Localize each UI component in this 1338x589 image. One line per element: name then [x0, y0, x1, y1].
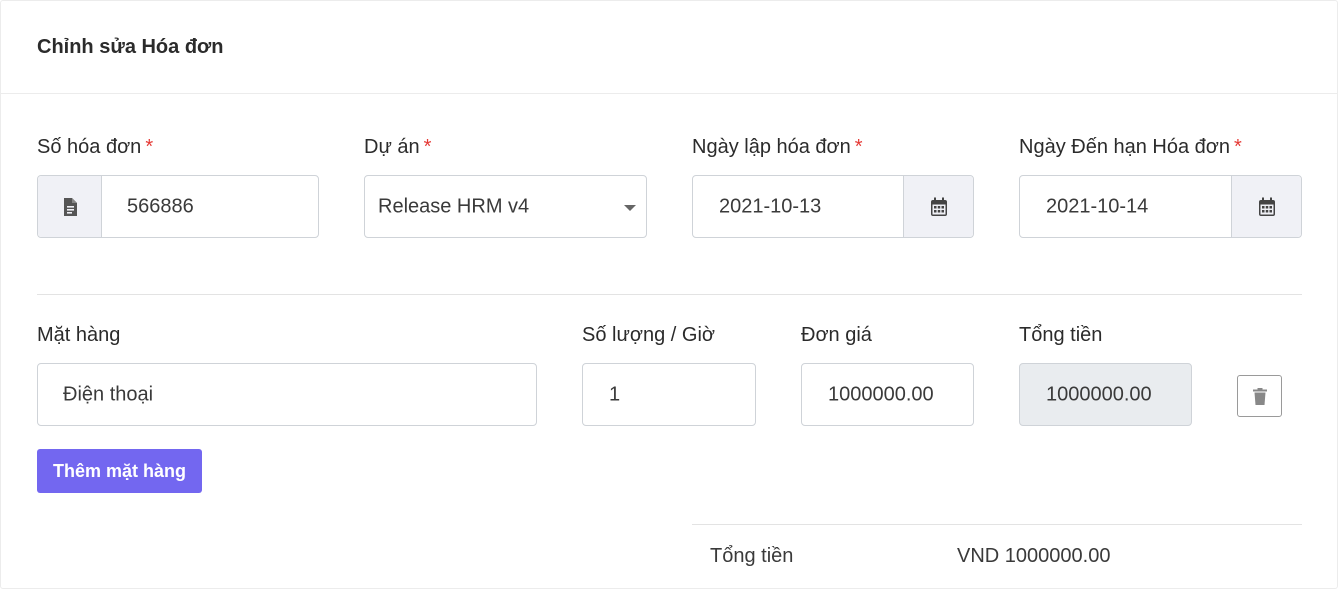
line-total-field: 1000000.00	[1019, 363, 1192, 426]
calendar-icon	[1258, 197, 1275, 216]
project-label: Dự án *	[364, 136, 431, 159]
section-divider	[37, 294, 1302, 295]
trash-icon	[1252, 387, 1267, 405]
document-icon	[63, 197, 77, 216]
due-date-field[interactable]: 2021-10-14	[1019, 175, 1302, 238]
issue-date-calendar-button[interactable]	[903, 176, 973, 237]
issue-date-label: Ngày lập hóa đơn *	[692, 136, 863, 159]
issue-date-field[interactable]: 2021-10-13	[692, 175, 974, 238]
summary-total-value: VND 1000000.00	[957, 545, 1111, 567]
summary-total-label: Tổng tiền	[710, 545, 794, 567]
delete-item-button[interactable]	[1237, 375, 1282, 417]
total-header: Tổng tiền	[1019, 324, 1103, 346]
item-header: Mặt hàng	[37, 324, 121, 346]
project-label-text: Dự án	[364, 136, 420, 158]
issue-date-label-text: Ngày lập hóa đơn	[692, 136, 851, 158]
invoice-number-label-text: Số hóa đơn	[37, 136, 142, 158]
required-mark: *	[854, 136, 863, 158]
card-header: Chỉnh sửa Hóa đơn	[1, 1, 1337, 94]
required-mark: *	[423, 136, 432, 158]
quantity-value: 1	[609, 383, 621, 405]
item-name-input[interactable]: Điện thoại	[37, 363, 537, 426]
unit-price-input[interactable]: 1000000.00	[801, 363, 974, 426]
unit-price-header: Đơn giá	[801, 324, 872, 346]
calendar-icon	[930, 197, 947, 216]
chevron-down-icon	[624, 204, 636, 211]
page-title: Chỉnh sửa Hóa đơn	[37, 36, 224, 58]
due-date-value: 2021-10-14	[1046, 195, 1149, 217]
edit-invoice-card: Chỉnh sửa Hóa đơn Số hóa đơn * 566886 Dự …	[0, 0, 1338, 589]
invoice-number-addon	[38, 176, 102, 237]
required-mark: *	[145, 136, 154, 158]
quantity-input[interactable]: 1	[582, 363, 756, 426]
line-total-value: 1000000.00	[1046, 383, 1152, 405]
project-select[interactable]: Release HRM v4	[364, 175, 647, 238]
project-select-value: Release HRM v4	[378, 195, 530, 217]
add-item-button[interactable]: Thêm mặt hàng	[37, 449, 202, 493]
invoice-number-label: Số hóa đơn *	[37, 136, 153, 159]
due-date-label-text: Ngày Đến hạn Hóa đơn	[1019, 136, 1231, 158]
unit-price-value: 1000000.00	[828, 383, 934, 405]
issue-date-value: 2021-10-13	[719, 195, 822, 217]
invoice-number-value: 566886	[127, 195, 194, 217]
quantity-header: Số lượng / Giờ	[582, 324, 715, 346]
item-name-value: Điện thoại	[63, 383, 154, 405]
invoice-number-field[interactable]: 566886	[37, 175, 319, 238]
summary-divider	[692, 524, 1302, 525]
required-mark: *	[1234, 136, 1242, 158]
due-date-calendar-button[interactable]	[1231, 176, 1301, 237]
due-date-label: Ngày Đến hạn Hóa đơn *	[1019, 136, 1242, 159]
